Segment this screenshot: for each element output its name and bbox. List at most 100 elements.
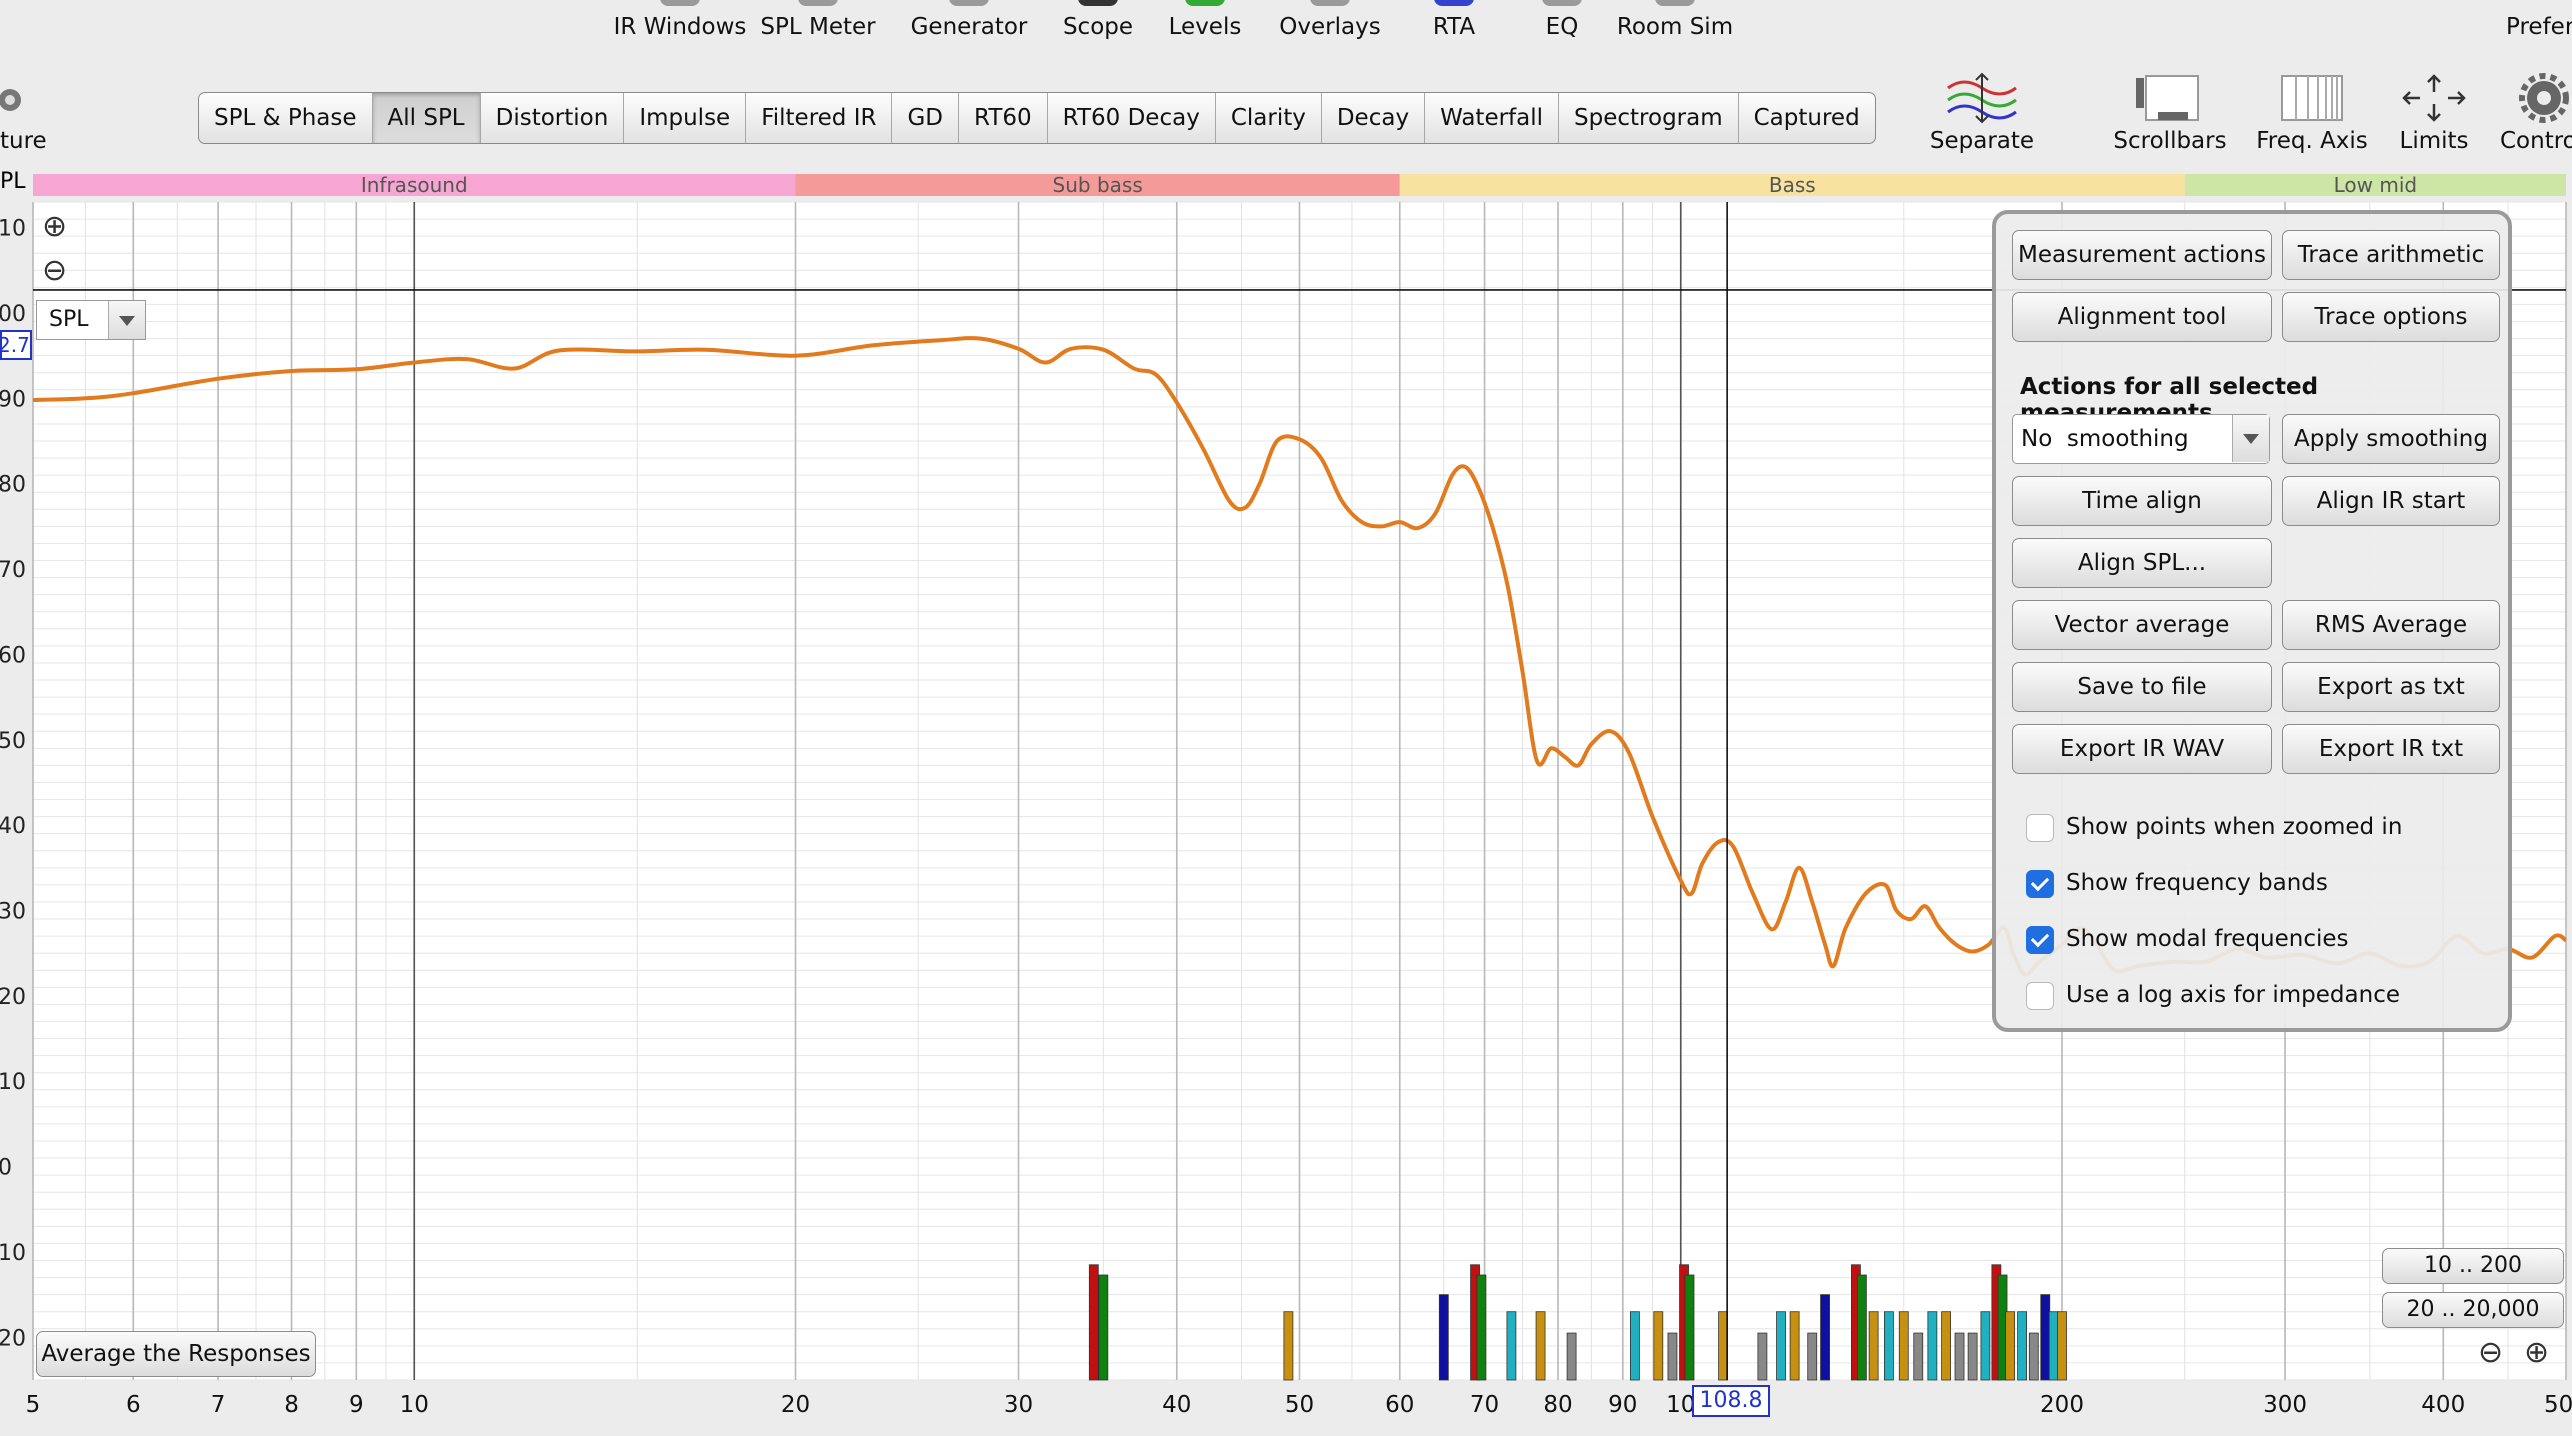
modal-bar <box>1954 1332 1965 1381</box>
average-responses-button[interactable]: Average the Responses <box>36 1331 316 1377</box>
toolbar-spl-meter[interactable]: SPL Meter <box>758 0 878 44</box>
tab-spectrogram[interactable]: Spectrogram <box>1559 93 1739 143</box>
trace-type-select[interactable]: SPL <box>36 300 146 340</box>
toolbar-rta[interactable]: RTA <box>1414 0 1494 44</box>
x-tick-label: 8 <box>284 1392 299 1418</box>
separate-button[interactable]: Separate <box>1912 72 2052 162</box>
y-tick-label: 60 <box>0 643 26 668</box>
tab-decay[interactable]: Decay <box>1322 93 1426 143</box>
frequency-bands: Infrasound Sub bass Bass Low mid <box>33 173 2566 197</box>
y-tick-label: 10 <box>0 217 26 242</box>
smoothing-value: No smoothing <box>2021 426 2189 452</box>
range-20-20000-button[interactable]: 20 .. 20,000 <box>2382 1292 2564 1328</box>
tab-impulse[interactable]: Impulse <box>624 93 747 143</box>
x-tick-label: 500 <box>2544 1392 2572 1418</box>
time-align-button[interactable]: Time align <box>2012 476 2272 526</box>
modal-bar <box>1868 1311 1879 1381</box>
zoom-out-icon[interactable]: ⊖ <box>2478 1338 2503 1368</box>
rms-average-button[interactable]: RMS Average <box>2282 600 2500 650</box>
modal-bar <box>1629 1311 1640 1381</box>
x-tick-label: 6 <box>126 1392 141 1418</box>
zoom-in-icon[interactable]: ⊕ <box>42 212 67 242</box>
modal-bar <box>1566 1332 1577 1381</box>
modal-bar <box>2028 1332 2039 1381</box>
tab-captured[interactable]: Captured <box>1739 93 1875 143</box>
zoom-in-icon[interactable]: ⊕ <box>2524 1338 2549 1368</box>
modal-bar <box>1927 1311 1938 1381</box>
x-tick-label: 20 <box>781 1392 810 1418</box>
measurement-actions-panel: Measurement actions Trace arithmetic Ali… <box>1992 210 2512 1032</box>
y-tick-label: 80 <box>0 473 26 498</box>
x-tick-label: 200 <box>2040 1392 2084 1418</box>
scrollbars-button[interactable]: Scrollbars <box>2100 72 2240 162</box>
x-tick-label: 7 <box>211 1392 226 1418</box>
modal-bar <box>1088 1264 1099 1381</box>
tab-clarity[interactable]: Clarity <box>1216 93 1322 143</box>
apply-smoothing-button[interactable]: Apply smoothing <box>2282 414 2500 464</box>
overlays-icon <box>1310 0 1350 6</box>
export-ir-txt-button[interactable]: Export IR txt <box>2282 724 2500 774</box>
modal-bar <box>2057 1311 2067 1381</box>
y-tick-label: 20 <box>0 985 26 1010</box>
modal-bar <box>1476 1274 1487 1381</box>
controls-button[interactable]: Controls <box>2496 72 2572 162</box>
modal-bar <box>2017 1311 2027 1381</box>
gear-icon <box>2519 73 2569 123</box>
chevron-down-icon <box>108 301 145 339</box>
smoothing-select[interactable]: No smoothing <box>2012 414 2270 464</box>
y-tick-label: 10 <box>0 1241 26 1266</box>
align-spl-button[interactable]: Align SPL... <box>2012 538 2272 588</box>
x-tick-label: 10 <box>1666 1392 1695 1418</box>
tab-all-spl[interactable]: All SPL <box>372 93 481 143</box>
y-tick-label: 10 <box>0 1070 26 1095</box>
tab-filtered-ir[interactable]: Filtered IR <box>746 93 893 143</box>
tab-rt60[interactable]: RT60 <box>959 93 1048 143</box>
levels-icon <box>1185 0 1225 6</box>
toolbar-generator[interactable]: Generator <box>904 0 1034 44</box>
y-tick-label: 30 <box>0 900 26 925</box>
save-to-file-button[interactable]: Save to file <box>2012 662 2272 712</box>
modal-bar <box>1898 1311 1909 1381</box>
modal-bar <box>1980 1311 1991 1381</box>
toolbar-scope[interactable]: Scope <box>1050 0 1146 44</box>
limits-button[interactable]: Limits <box>2364 72 2504 162</box>
toolbar-room-sim[interactable]: Room Sim <box>1612 0 1738 44</box>
room-sim-icon <box>1655 0 1695 6</box>
x-tick-label: 80 <box>1543 1392 1572 1418</box>
align-ir-start-button[interactable]: Align IR start <box>2282 476 2500 526</box>
toolbar-eq[interactable]: EQ <box>1524 0 1600 44</box>
y-axis-labels: 20 10 0 10 20 30 40 50 60 70 80 90 00 10 <box>0 217 26 1352</box>
frequency-band-label: Bass <box>1769 173 1816 197</box>
trace-arithmetic-button[interactable]: Trace arithmetic <box>2282 230 2500 280</box>
tab-rt60-decay[interactable]: RT60 Decay <box>1048 93 1216 143</box>
tab-gd[interactable]: GD <box>892 93 960 143</box>
capture-icon[interactable] <box>0 86 30 122</box>
toolbar-levels[interactable]: Levels <box>1160 0 1250 44</box>
freq-axis-button[interactable]: Freq. Axis <box>2242 72 2382 162</box>
modal-bar <box>1757 1332 1768 1381</box>
frequency-band-label: Low mid <box>2334 173 2417 197</box>
tab-distortion[interactable]: Distortion <box>481 93 625 143</box>
modal-bar <box>1438 1294 1449 1381</box>
scope-icon <box>1078 0 1118 6</box>
range-10-200-button[interactable]: 10 .. 200 <box>2382 1248 2564 1284</box>
modal-bar <box>1684 1274 1695 1381</box>
tab-waterfall[interactable]: Waterfall <box>1425 93 1560 143</box>
capture-shape <box>0 89 21 111</box>
toolbar-preferences[interactable]: Preferences <box>2498 0 2572 44</box>
trace-options-button[interactable]: Trace options <box>2282 292 2500 342</box>
export-ir-wav-button[interactable]: Export IR WAV <box>2012 724 2272 774</box>
alignment-tool-button[interactable]: Alignment tool <box>2012 292 2272 342</box>
freq-axis-icon <box>2281 75 2343 121</box>
zoom-out-icon[interactable]: ⊖ <box>42 256 67 286</box>
modal-bar <box>1776 1311 1786 1381</box>
modal-bar <box>2048 1311 2059 1381</box>
export-as-txt-button[interactable]: Export as txt <box>2282 662 2500 712</box>
vector-average-button[interactable]: Vector average <box>2012 600 2272 650</box>
frequency-band-label: Sub bass <box>1053 173 1143 197</box>
measurement-actions-button[interactable]: Measurement actions <box>2012 230 2272 280</box>
x-tick-label: 30 <box>1004 1392 1033 1418</box>
tab-spl-phase[interactable]: SPL & Phase <box>199 93 373 143</box>
toolbar-overlays[interactable]: Overlays <box>1272 0 1388 44</box>
toolbar-ir-windows[interactable]: IR Windows <box>610 0 750 44</box>
